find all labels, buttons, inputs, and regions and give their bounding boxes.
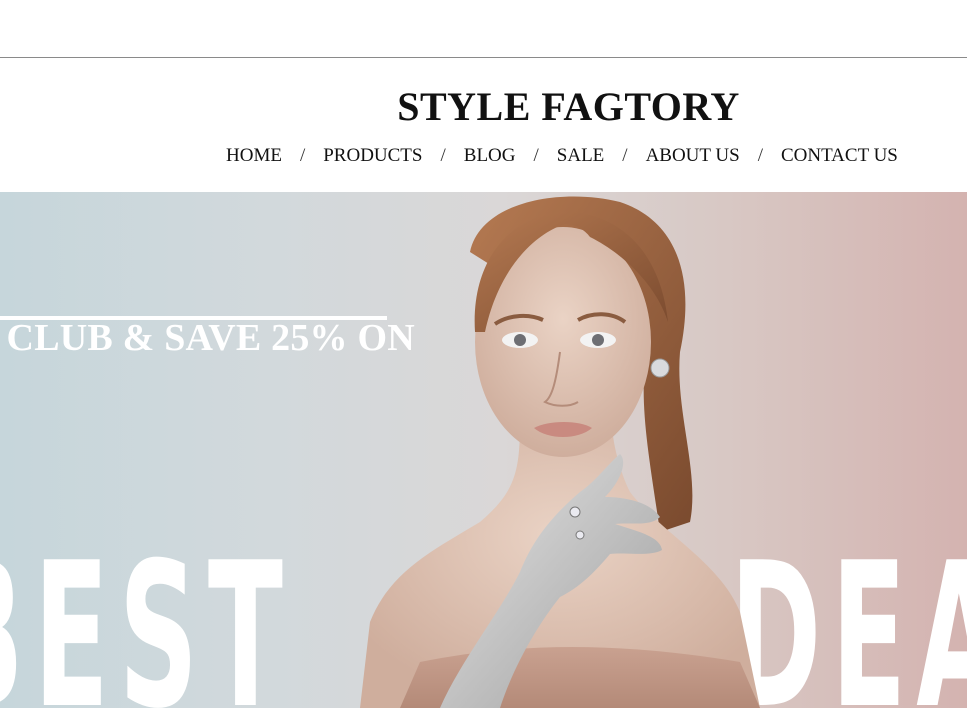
nav-blog-link[interactable]: BLOG	[464, 145, 516, 167]
hero-banner[interactable]: BEST DEA	[0, 192, 967, 708]
nav-products-link[interactable]: PRODUCTS	[323, 145, 422, 167]
promo-headline: T CLUB & SAVE 25% ON	[0, 317, 415, 359]
nav-sale-link[interactable]: SALE	[557, 145, 605, 167]
site-logo-title[interactable]: STYLE FAGTORY	[0, 83, 967, 130]
nav-home-link[interactable]: HOME	[226, 145, 282, 167]
nav-contact-us-link[interactable]: CONTACT US	[781, 145, 898, 167]
nav-separator: /	[622, 145, 628, 166]
hero-model-image	[360, 196, 760, 708]
nav-separator: /	[757, 145, 763, 166]
nav-about-us-link[interactable]: ABOUT US	[646, 145, 740, 167]
header-top-divider	[0, 57, 967, 58]
nav-separator: /	[440, 145, 446, 166]
nav-separator: /	[533, 145, 539, 166]
main-navigation: HOME / PRODUCTS / BLOG / SALE / ABOUT US…	[226, 145, 898, 167]
nav-separator: /	[299, 145, 306, 166]
